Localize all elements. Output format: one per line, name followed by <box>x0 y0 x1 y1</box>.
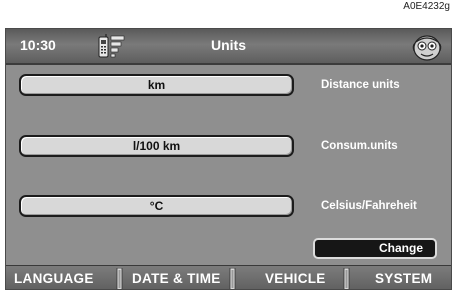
tab-bar: LANGUAGE DATE & TIME VEHICLE SYSTEM <box>6 265 451 289</box>
header-bar: 10:30 Units <box>6 29 451 65</box>
consumption-units-label: Consum.units <box>321 140 398 152</box>
consumption-units-field[interactable]: l/100 km <box>19 135 294 157</box>
tab-separator <box>343 268 350 289</box>
tab-separator <box>229 268 236 289</box>
temperature-units-field[interactable]: °C <box>19 195 294 217</box>
distance-units-field[interactable]: km <box>19 74 294 96</box>
figure-code: A0E4232g <box>403 1 450 12</box>
temperature-units-label: Celsius/Fahreheit <box>321 200 417 212</box>
tab-system[interactable]: SYSTEM <box>375 271 432 286</box>
tab-language[interactable]: LANGUAGE <box>14 271 94 286</box>
tab-separator <box>116 268 123 289</box>
tab-date-time[interactable]: DATE & TIME <box>132 271 221 286</box>
mask-icon[interactable] <box>411 31 443 63</box>
tab-vehicle[interactable]: VEHICLE <box>265 271 326 286</box>
change-button[interactable]: Change <box>313 238 437 259</box>
page-title: Units <box>211 37 246 53</box>
display-screen: 10:30 Units km Distance units l/100 km C… <box>5 28 452 290</box>
distance-units-label: Distance units <box>321 79 400 91</box>
